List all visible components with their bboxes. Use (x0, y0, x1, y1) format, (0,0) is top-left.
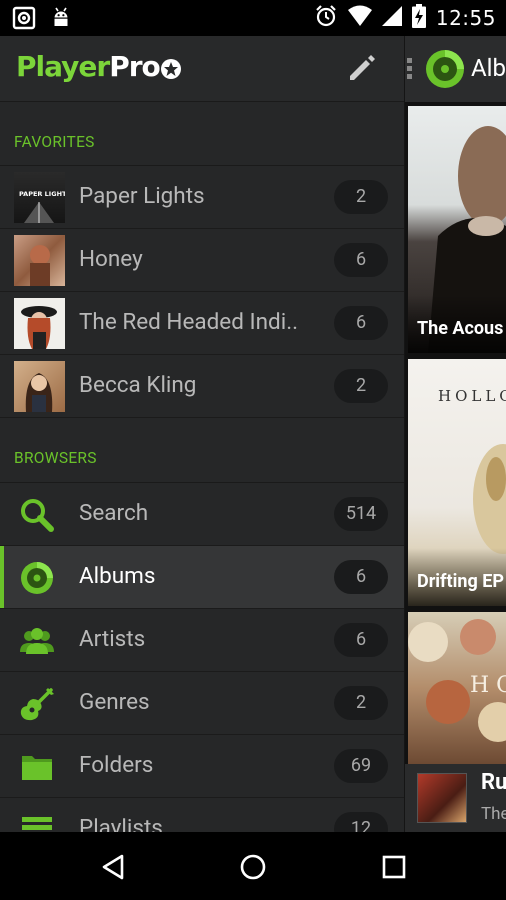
browser-item-search[interactable]: Search 514 (0, 483, 404, 546)
back-button[interactable] (98, 852, 128, 882)
album-tile[interactable]: H O (408, 612, 506, 764)
battery-charging-icon (411, 4, 426, 32)
count-badge: 2 (334, 369, 388, 403)
favorite-item-becca-kling[interactable]: Becca Kling 2 (0, 355, 404, 418)
alarm-icon (314, 4, 338, 32)
albums-toolbar: Alb (405, 36, 506, 102)
navigation-drawer: PlayerPro FAVORITES PAPER LIGHTS Paper L… (0, 36, 405, 832)
favorite-label: Paper Lights (79, 183, 205, 209)
albums-screen: Alb The Acous HOLLO Drifting EP H O Ru T… (405, 36, 506, 832)
mini-player-artist: The (481, 804, 506, 824)
mini-player[interactable]: Ru The (405, 764, 506, 832)
search-icon (18, 496, 56, 534)
svg-text:PAPER LIGHTS: PAPER LIGHTS (19, 190, 65, 198)
system-navigation-bar (0, 832, 506, 900)
favorite-item-honey[interactable]: Honey 6 (0, 229, 404, 292)
drawer-indicator-icon[interactable] (407, 58, 413, 80)
album-caption: Drifting EP (417, 571, 504, 592)
browser-label: Search (79, 500, 149, 526)
browser-label: Playlists (79, 815, 163, 832)
recents-icon (382, 855, 406, 879)
mini-player-artwork (417, 773, 467, 823)
browsers-section-label: BROWSERS (14, 449, 97, 467)
artwork-thumbnail: PAPER LIGHTS (14, 172, 65, 223)
folder-icon (18, 748, 56, 786)
favorite-label: The Red Headed Indi.. (79, 309, 299, 335)
svg-text:HOLLO: HOLLO (438, 387, 506, 405)
count-badge: 6 (334, 560, 388, 594)
count-badge: 69 (334, 749, 388, 783)
back-icon (102, 854, 124, 880)
svg-text:H O: H O (470, 673, 506, 698)
app-logo-text-pro: Pro (109, 50, 161, 83)
android-notification-icon (50, 6, 72, 34)
count-badge: 514 (334, 497, 388, 531)
count-badge: 6 (334, 243, 388, 277)
favorite-item-paper-lights[interactable]: PAPER LIGHTS Paper Lights 2 (0, 166, 404, 229)
browser-item-genres[interactable]: Genres 2 (0, 672, 404, 735)
album-disc-icon (425, 49, 465, 89)
pencil-icon (350, 55, 375, 80)
browser-item-albums[interactable]: Albums 6 (0, 546, 404, 609)
active-indicator (0, 546, 4, 608)
home-icon (240, 854, 266, 880)
count-badge: 6 (334, 306, 388, 340)
count-badge: 2 (334, 686, 388, 720)
browser-label: Genres (79, 689, 150, 715)
browser-item-folders[interactable]: Folders 69 (0, 735, 404, 798)
drawer-header: Player Pro (0, 36, 404, 102)
app-logo-text-player: Player (16, 50, 110, 83)
browser-label: Artists (79, 626, 146, 652)
favorites-section-label: FAVORITES (14, 133, 95, 151)
edit-button[interactable] (346, 52, 378, 84)
clock: 12:55 (435, 6, 496, 30)
mini-player-title: Ru (481, 770, 506, 795)
screen: 12:55 Alb The Acous HOLLO Drifting EP H … (0, 0, 506, 900)
album-tile[interactable]: The Acous (408, 106, 506, 353)
camera-notification-icon (12, 6, 36, 34)
albums-toolbar-title: Alb (471, 54, 506, 82)
browser-item-artists[interactable]: Artists 6 (0, 609, 404, 672)
album-caption: The Acous (417, 318, 504, 339)
artists-icon (18, 622, 56, 660)
count-badge: 12 (334, 812, 388, 832)
browser-label: Albums (79, 563, 156, 589)
home-button[interactable] (238, 852, 268, 882)
recents-button[interactable] (379, 852, 409, 882)
artwork-thumbnail (14, 235, 65, 286)
app-logo: Player Pro (16, 50, 181, 83)
signal-icon (381, 6, 402, 30)
album-icon (18, 559, 56, 597)
wifi-icon (347, 5, 372, 31)
browser-item-playlists[interactable]: Playlists 12 (0, 798, 404, 832)
favorite-label: Honey (79, 246, 143, 272)
star-icon (160, 58, 181, 79)
guitar-icon (18, 685, 56, 723)
status-bar: 12:55 (0, 0, 506, 36)
count-badge: 6 (334, 623, 388, 657)
album-tile[interactable]: HOLLO Drifting EP (408, 359, 506, 606)
artwork-thumbnail (14, 298, 65, 349)
playlist-icon (18, 811, 56, 832)
favorite-label: Becca Kling (79, 372, 197, 398)
browser-label: Folders (79, 752, 154, 778)
artwork-thumbnail (14, 361, 65, 412)
favorite-item-red-headed-indie[interactable]: The Red Headed Indi.. 6 (0, 292, 404, 355)
count-badge: 2 (334, 180, 388, 214)
